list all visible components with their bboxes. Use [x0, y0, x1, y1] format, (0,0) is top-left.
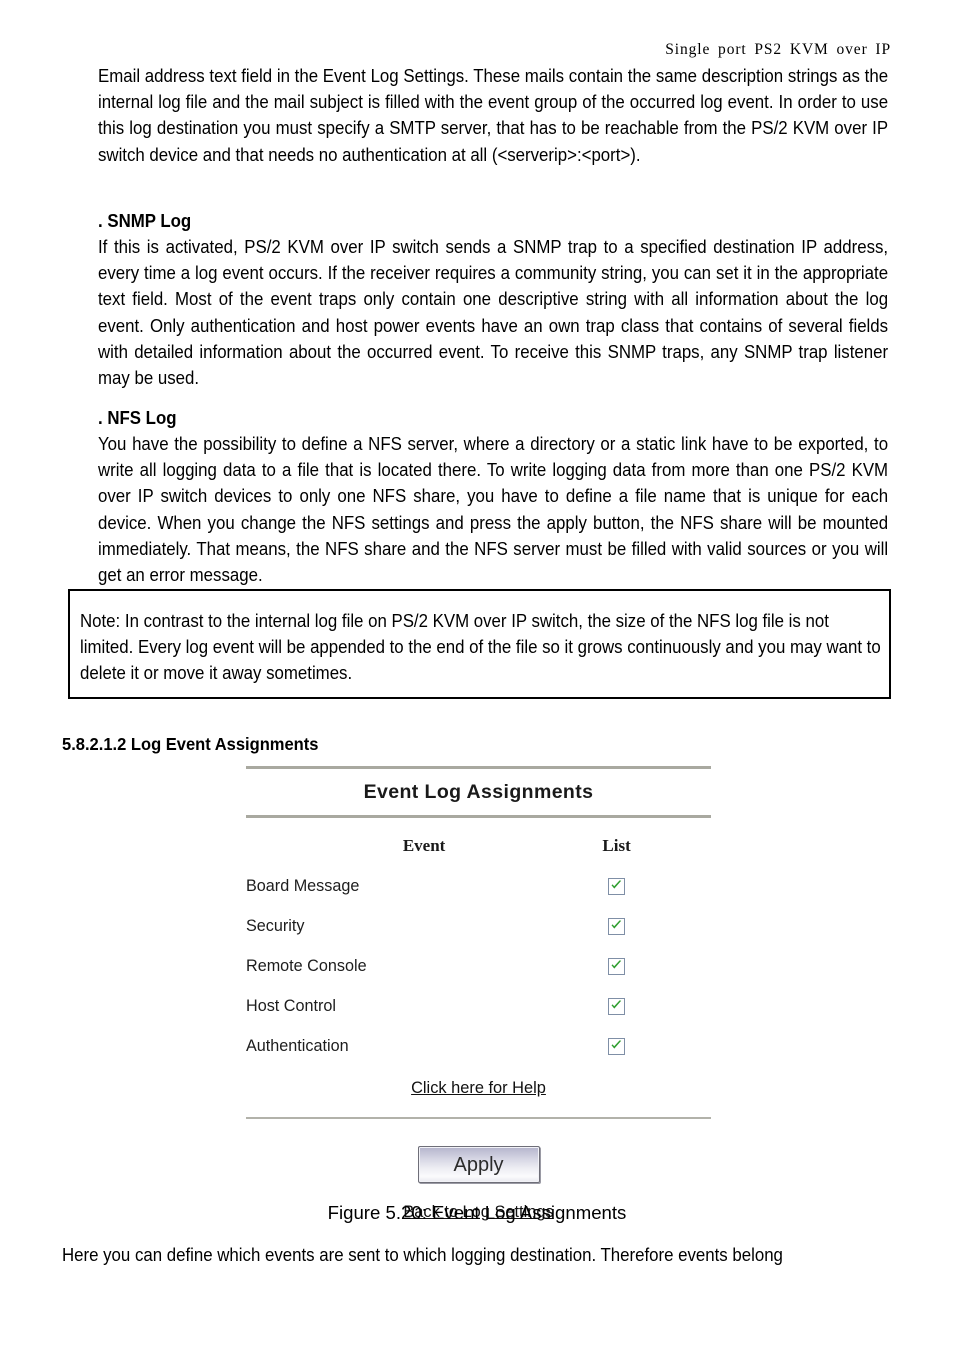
note-box-inner: Note: In contrast to the internal log fi… [80, 608, 885, 687]
table-row: Remote Console [246, 957, 711, 997]
event-list-checkbox-cell [562, 997, 711, 1037]
check-icon [611, 880, 622, 889]
figure-caption: Figure 5.20: Event Log Assignments [327, 1202, 627, 1223]
apply-button[interactable]: Apply [417, 1146, 540, 1183]
check-icon [611, 920, 622, 929]
note-box: Note: In contrast to the internal log fi… [68, 589, 891, 699]
checkbox-remote-console[interactable] [608, 958, 626, 976]
apply-button-container: Apply [246, 1119, 711, 1183]
event-label: Board Message [246, 877, 360, 895]
table-header-row: Event List [246, 836, 711, 877]
subheading-snmp-log: . SNMP Log [98, 210, 192, 231]
table-row: Board Message [246, 877, 711, 917]
closing-paragraph-container: Here you can define which events are sen… [62, 1242, 892, 1268]
event-assignments-table: Event List Board Message Security Remote… [246, 836, 711, 1077]
paragraph-snmp-container: If this is activated, PS/2 KVM over IP s… [98, 234, 888, 391]
subheading-snmp-container: . SNMP Log [98, 208, 888, 234]
check-icon [611, 960, 622, 969]
table-row: Security [246, 917, 711, 957]
click-here-for-help-link[interactable]: Click here for Help [411, 1079, 546, 1097]
event-label: Security [246, 917, 305, 935]
event-list-checkbox-cell [562, 1037, 711, 1077]
event-label: Host Control [246, 997, 336, 1015]
column-header-event: Event [402, 836, 446, 855]
note-text: Note: In contrast to the internal log fi… [80, 610, 881, 684]
event-list-checkbox-cell [562, 877, 711, 917]
paragraph-email-log: Email address text field in the Event Lo… [98, 65, 889, 165]
paragraph-intro-container: Email address text field in the Event Lo… [98, 63, 888, 168]
figure-panel-title: Event Log Assignments [363, 781, 594, 803]
figure-event-log-assignments: Event Log Assignments Event List Board M… [246, 766, 711, 1222]
section-heading: 5.8.2.1.2 Log Event Assignments [62, 734, 319, 754]
event-label: Remote Console [246, 957, 367, 975]
subheading-nfs-container: . NFS Log [98, 405, 888, 431]
check-icon [611, 1040, 622, 1049]
help-link-container: Click here for Help [246, 1077, 711, 1117]
event-label: Authentication [246, 1037, 349, 1055]
subheading-nfs-log: . NFS Log [98, 407, 177, 428]
table-body: Board Message Security Remote Console Ho… [246, 877, 711, 1077]
checkbox-authentication[interactable] [608, 1038, 626, 1056]
paragraph-nfs-container: You have the possibility to define a NFS… [98, 431, 888, 588]
column-header-list: List [602, 836, 631, 855]
checkbox-host-control[interactable] [608, 998, 626, 1016]
paragraph-snmp-log: If this is activated, PS/2 KVM over IP s… [98, 236, 889, 389]
event-list-checkbox-cell [562, 917, 711, 957]
checkbox-board-message[interactable] [608, 878, 626, 896]
table-row: Authentication [246, 1037, 711, 1077]
running-header: Single port PS2 KVM over IP [665, 41, 891, 58]
check-icon [611, 1000, 622, 1009]
figure-title-underrule [246, 815, 711, 818]
paragraph-nfs-log: You have the possibility to define a NFS… [98, 433, 889, 586]
table-row: Host Control [246, 997, 711, 1037]
event-list-checkbox-cell [562, 957, 711, 997]
closing-paragraph: Here you can define which events are sen… [62, 1244, 783, 1265]
checkbox-security[interactable] [608, 918, 626, 936]
